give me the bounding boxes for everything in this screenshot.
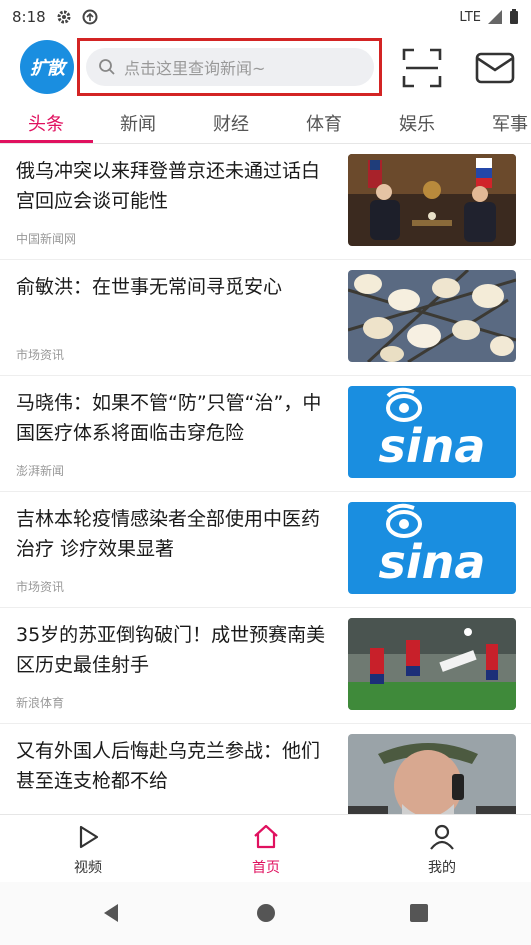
settings-gear-icon (56, 9, 72, 25)
news-item[interactable]: 吉林本轮疫情感染者全部使用中医药治疗 诊疗效果显著 市场资讯 sina (0, 492, 531, 608)
header: 扩散 点击这里查询新闻~ (0, 34, 531, 100)
home-icon (252, 823, 280, 851)
search-icon (98, 58, 116, 76)
news-title: 俄乌冲突以来拜登普京还未通过话白宫回应会谈可能性 (16, 160, 321, 212)
signal-icon (487, 9, 503, 25)
nav-home[interactable]: 首页 (226, 823, 306, 877)
home-circle-icon[interactable] (255, 902, 277, 924)
search-input[interactable]: 点击这里查询新闻~ (86, 48, 374, 86)
news-thumbnail (348, 154, 516, 246)
nav-profile-label: 我的 (428, 860, 456, 876)
news-item[interactable]: 35岁的苏亚倒钩破门！成世预赛南美区历史最佳射手 新浪体育 (0, 608, 531, 724)
mail-button[interactable] (473, 46, 517, 90)
sina-logo: sina (348, 502, 516, 594)
news-source: 市场资讯 (16, 580, 65, 594)
nav-video[interactable]: 视频 (48, 823, 128, 877)
news-source: 澎湃新闻 (16, 464, 65, 478)
bottom-navigation: 视频 首页 我的 (0, 814, 531, 882)
sina-logo-text: sina (379, 419, 486, 473)
news-thumbnail (348, 270, 516, 362)
active-tab-indicator (0, 140, 93, 143)
nav-home-label: 首页 (252, 860, 280, 876)
system-navigation-bar (0, 882, 531, 945)
mail-icon (473, 46, 517, 90)
status-time: 8:18 (12, 8, 46, 26)
tab-headlines[interactable]: 头条 (28, 110, 64, 136)
news-title: 又有外国人后悔赴乌克兰参战：他们甚至连支枪都不给 (16, 740, 321, 792)
tab-sports[interactable]: 体育 (306, 110, 342, 136)
network-type: LTE (459, 9, 481, 25)
nav-video-label: 视频 (74, 860, 102, 876)
tab-military[interactable]: 军事 (492, 110, 528, 136)
nav-profile[interactable]: 我的 (402, 823, 482, 877)
news-thumbnail (348, 618, 516, 710)
news-title: 35岁的苏亚倒钩破门！成世预赛南美区历史最佳射手 (16, 624, 326, 676)
news-source: 新浪体育 (16, 696, 65, 710)
play-icon (74, 823, 102, 851)
user-icon (428, 823, 456, 851)
news-title: 俞敏洪：在世事无常间寻觅安心 (16, 276, 283, 298)
category-tabs: 头条 新闻 财经 体育 娱乐 军事 (0, 104, 531, 144)
news-item[interactable]: 俞敏洪：在世事无常间寻觅安心 市场资讯 (0, 260, 531, 376)
news-title: 马晓伟：如果不管“防”只管“治”，中国医疗体系将面临击穿危险 (16, 392, 322, 444)
news-source: 中国新闻网 (16, 232, 77, 246)
news-item[interactable]: 又有外国人后悔赴乌克兰参战：他们甚至连支枪都不给 (0, 724, 531, 814)
sina-logo: sina (348, 386, 516, 478)
sina-logo-text: sina (379, 535, 486, 589)
back-icon[interactable] (100, 902, 122, 924)
tab-news[interactable]: 新闻 (120, 110, 156, 136)
recents-icon[interactable] (408, 902, 430, 924)
tab-finance[interactable]: 财经 (213, 110, 249, 136)
news-feed[interactable]: 俄乌冲突以来拜登普京还未通过话白宫回应会谈可能性 中国新闻网 俞敏洪：在世事无常… (0, 144, 531, 814)
search-placeholder: 点击这里查询新闻~ (124, 59, 266, 78)
news-item[interactable]: 俄乌冲突以来拜登普京还未通过话白宫回应会谈可能性 中国新闻网 (0, 144, 531, 260)
status-bar: 8:18 LTE (0, 0, 531, 34)
news-item[interactable]: 马晓伟：如果不管“防”只管“治”，中国医疗体系将面临击穿危险 澎湃新闻 sina (0, 376, 531, 492)
news-source: 市场资讯 (16, 348, 65, 362)
battery-icon (509, 9, 519, 25)
scan-icon (400, 46, 444, 90)
scan-button[interactable] (400, 46, 444, 90)
tab-entertainment[interactable]: 娱乐 (399, 110, 435, 136)
data-saver-icon (82, 9, 98, 25)
news-thumbnail (348, 734, 516, 814)
app-logo[interactable]: 扩散 (20, 40, 74, 94)
news-title: 吉林本轮疫情感染者全部使用中医药治疗 诊疗效果显著 (16, 508, 321, 560)
